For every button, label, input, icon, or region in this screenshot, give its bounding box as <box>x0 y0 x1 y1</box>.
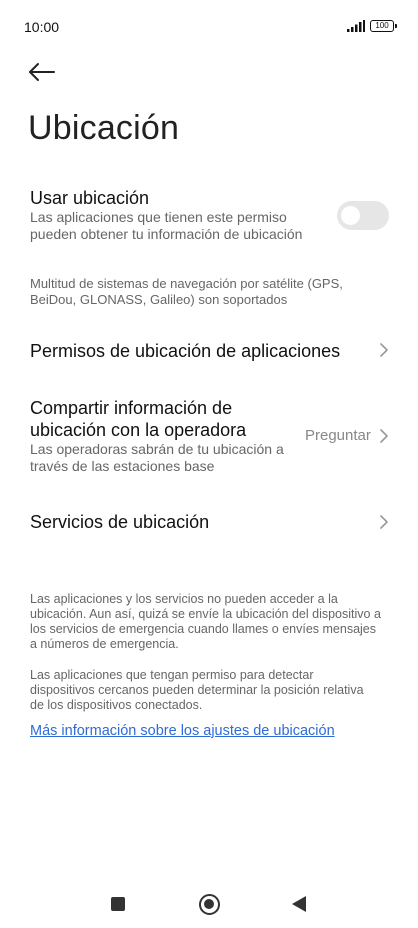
chevron-right-icon <box>380 429 388 443</box>
gnss-note-line-2: BeiDou, GLONASS, Galileo) son soportados <box>30 292 288 307</box>
page-title: Ubicación <box>28 109 180 147</box>
use-location-toggle[interactable] <box>337 201 389 230</box>
app-location-permissions-row[interactable]: Permisos de ubicación de aplicaciones <box>30 340 392 364</box>
chevron-right-icon <box>380 515 388 529</box>
location-services-title: Servicios de ubicación <box>30 512 210 532</box>
carrier-location-sharing-row[interactable]: Compartir información de ubicación con l… <box>30 397 310 475</box>
status-time: 10:00 <box>24 19 60 35</box>
emergency-note-line-2: ubicación. Aun así, quizá se envíe la ub… <box>30 607 381 621</box>
use-location-title: Usar ubicación <box>30 188 150 208</box>
nearby-devices-note: Las aplicaciones que tengan permiso para… <box>30 668 392 713</box>
carrier-sharing-subtitle-2: través de las estaciones base <box>30 458 215 474</box>
gnss-note-line-1: Multitud de sistemas de navegación por s… <box>30 276 343 291</box>
app-location-permissions-title: Permisos de ubicación de aplicaciones <box>30 341 341 361</box>
toggle-knob <box>341 206 360 225</box>
nearby-note-line-3: de los dispositivos conectados. <box>30 698 203 712</box>
recents-square-icon[interactable] <box>111 897 125 911</box>
emergency-note-line-1: Las aplicaciones y los servicios no pued… <box>30 592 338 606</box>
back-triangle-icon[interactable] <box>291 895 307 913</box>
battery-icon: 100 <box>370 20 397 32</box>
back-button[interactable] <box>24 56 60 88</box>
home-circle-icon[interactable] <box>199 894 220 915</box>
emergency-note-line-3: los servicios de emergencia cuando llame… <box>30 622 377 636</box>
chevron-right-icon <box>380 343 388 357</box>
emergency-location-note: Las aplicaciones y los servicios no pued… <box>30 592 392 652</box>
status-bar: 10:00 100 <box>0 0 418 52</box>
battery-level: 100 <box>375 21 389 30</box>
emergency-note-line-4: a números de emergencia. <box>30 637 179 651</box>
navigation-bar <box>0 880 418 928</box>
nearby-note-line-2: dispositivos cercanos pueden determinar … <box>30 683 364 697</box>
gnss-note: Multitud de sistemas de navegación por s… <box>30 276 392 308</box>
arrow-left-icon <box>29 63 55 81</box>
carrier-sharing-value: Preguntar <box>305 427 371 444</box>
location-services-row[interactable]: Servicios de ubicación <box>30 511 392 535</box>
use-location-subtitle-2: pueden obtener tu información de ubicaci… <box>30 226 303 242</box>
signal-icon <box>347 20 365 32</box>
carrier-sharing-title-1: Compartir información de <box>30 398 233 418</box>
carrier-sharing-title-2: ubicación con la operadora <box>30 420 247 440</box>
more-info-link[interactable]: Más información sobre los ajustes de ubi… <box>30 723 335 739</box>
carrier-sharing-subtitle-1: Las operadoras sabrán de tu ubicación a <box>30 441 284 457</box>
nearby-note-line-1: Las aplicaciones que tengan permiso para… <box>30 668 314 682</box>
